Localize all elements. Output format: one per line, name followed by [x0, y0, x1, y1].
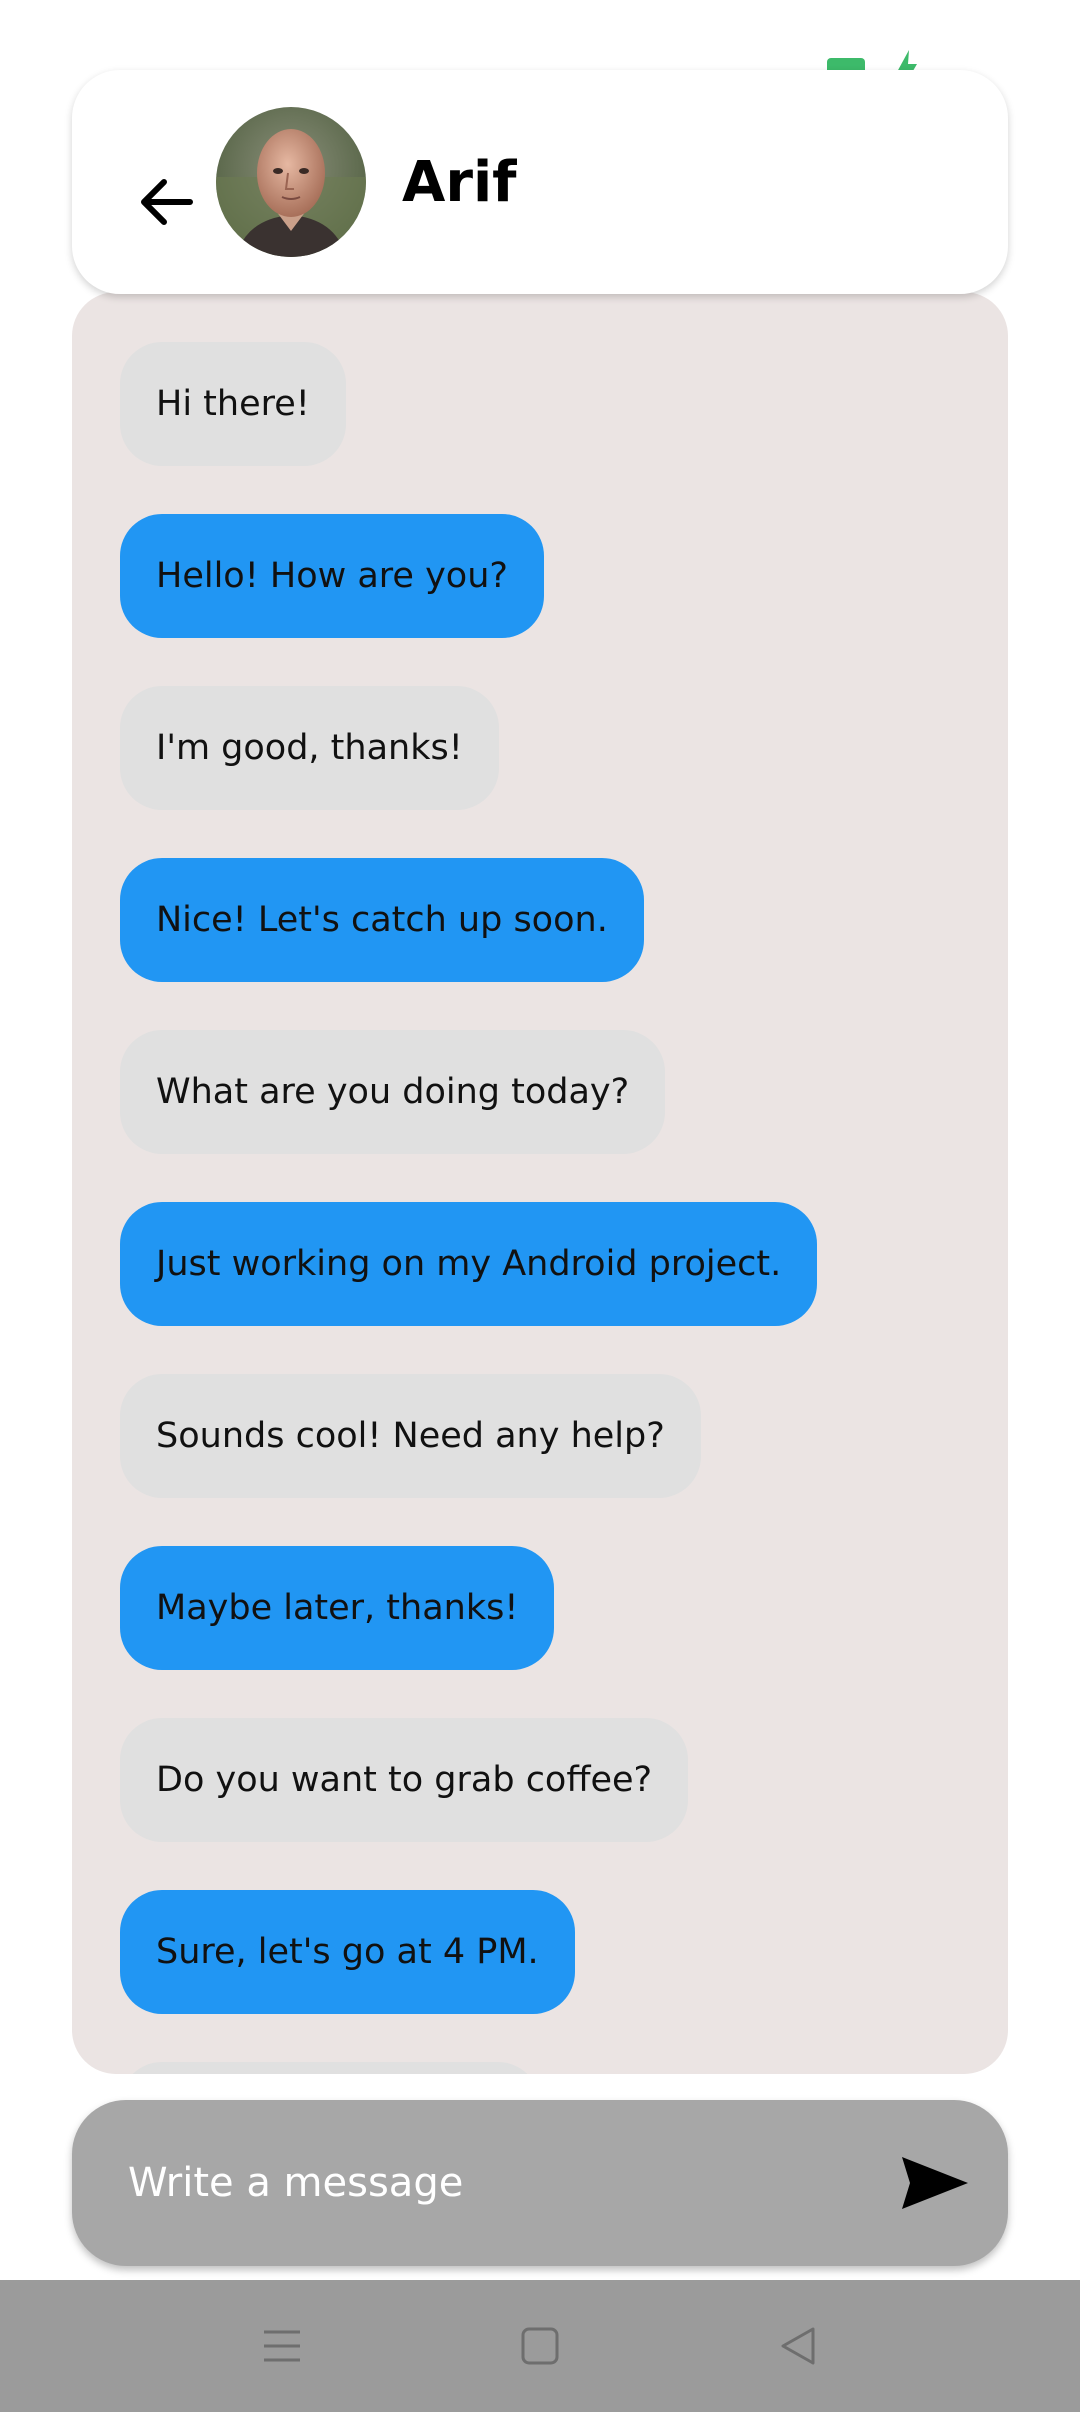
avatar[interactable] — [216, 107, 366, 257]
message-input[interactable] — [128, 2100, 888, 2266]
message-bubble[interactable] — [120, 2062, 540, 2074]
message-bubble[interactable]: Do you want to grab coffee? — [120, 1718, 689, 1842]
back-triangle-icon — [781, 2327, 815, 2365]
message-list-container: Hi there! Hello! How are you? I'm good, th… — [72, 292, 1008, 2074]
send-button[interactable] — [882, 2130, 988, 2236]
home-square-icon — [521, 2327, 559, 2365]
nav-menu-button[interactable] — [242, 2306, 322, 2386]
menu-icon — [264, 2330, 300, 2362]
chat-screen: Arif Hi there! Hello! How are you? I'm goo… — [0, 0, 1080, 2412]
message-bubble[interactable]: Nice! Let's catch up soon. — [120, 858, 644, 982]
message-bubble[interactable]: Hi there! — [120, 342, 346, 466]
message-bubble[interactable]: Hello! How are you? — [120, 514, 544, 638]
contact-name: Arif — [402, 150, 517, 215]
send-icon — [902, 2157, 968, 2209]
back-button[interactable] — [112, 148, 220, 256]
message-bubble[interactable]: Sounds cool! Need any help? — [120, 1374, 701, 1498]
arrow-left-icon — [141, 179, 193, 225]
message-bubble[interactable]: What are you doing today? — [120, 1030, 666, 1154]
nav-back-button[interactable] — [758, 2306, 838, 2386]
message-bubble[interactable]: Maybe later, thanks! — [120, 1546, 555, 1670]
system-nav-bar — [0, 2280, 1080, 2412]
avatar-photo — [216, 107, 366, 257]
message-composer — [72, 2100, 1008, 2266]
message-bubble[interactable]: Sure, let's go at 4 PM. — [120, 1890, 575, 2014]
message-bubble[interactable]: I'm good, thanks! — [120, 686, 499, 810]
nav-home-button[interactable] — [500, 2306, 580, 2386]
message-bubble[interactable]: Just working on my Android project. — [120, 1202, 818, 1326]
message-list[interactable]: Hi there! Hello! How are you? I'm good, th… — [72, 342, 1008, 2074]
chat-header: Arif — [72, 70, 1008, 294]
